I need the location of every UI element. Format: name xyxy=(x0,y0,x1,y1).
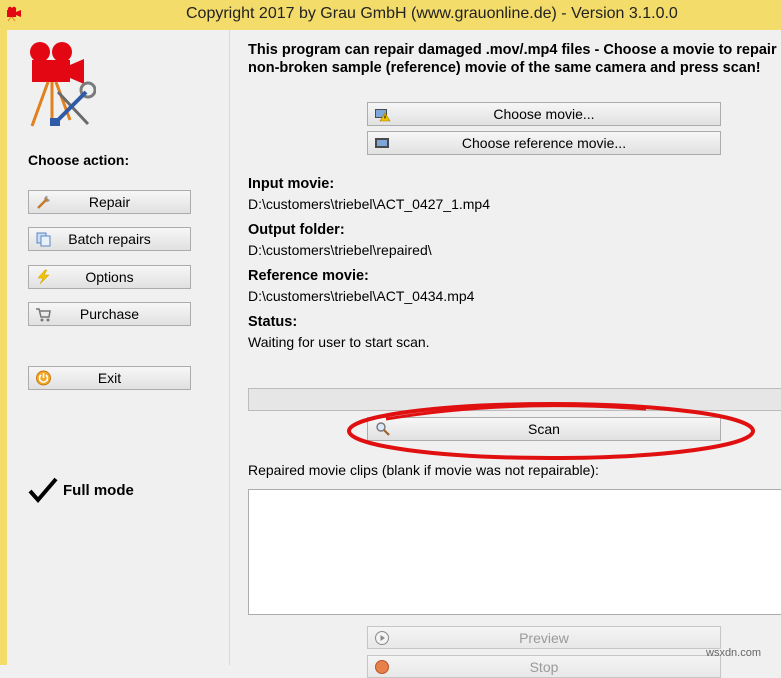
scan-button[interactable]: Scan xyxy=(367,417,721,441)
wrench-icon xyxy=(37,195,50,209)
input-movie-label: Input movie: xyxy=(248,176,335,192)
batch-repairs-button-label: Batch repairs xyxy=(68,231,151,247)
app-icon[interactable] xyxy=(6,6,22,22)
window-border-left xyxy=(0,30,7,665)
scan-button-label: Scan xyxy=(528,421,560,437)
output-folder-value: D:\customers\triebel\repaired\ xyxy=(248,242,432,258)
choose-movie-button[interactable]: Choose movie... xyxy=(367,102,721,126)
choose-movie-label: Choose movie... xyxy=(493,106,595,122)
preview-button-label: Preview xyxy=(519,629,569,646)
choose-action-heading: Choose action: xyxy=(28,152,130,168)
choose-reference-movie-button[interactable]: Choose reference movie... xyxy=(367,131,721,155)
full-mode-label: Full mode xyxy=(63,481,134,499)
camera-repair-logo-icon xyxy=(30,42,96,127)
batch-repairs-button[interactable]: Batch repairs xyxy=(28,227,191,251)
stop-button[interactable]: Stop xyxy=(367,655,721,678)
purchase-button-label: Purchase xyxy=(79,306,140,322)
window-title: Copyright 2017 by Grau GmbH (www.grauonl… xyxy=(186,5,678,22)
status-label: Status: xyxy=(248,314,298,330)
choose-reference-movie-label: Choose reference movie... xyxy=(461,135,627,151)
options-button[interactable]: Options xyxy=(28,265,191,289)
warning-film-icon xyxy=(375,109,391,122)
watermark-text: wsxdn.com xyxy=(706,647,762,659)
scan-progress-bar xyxy=(248,388,781,411)
input-movie-value: D:\customers\triebel\ACT_0427_1.mp4 xyxy=(248,196,490,212)
repair-button[interactable]: Repair xyxy=(28,190,191,214)
film-icon xyxy=(375,138,389,148)
full-mode-indicator: Full mode xyxy=(28,476,134,504)
exit-button[interactable]: Exit xyxy=(28,366,191,390)
copy-icon xyxy=(36,232,51,247)
instructions-text: This program can repair damaged .mov/.mp… xyxy=(248,42,781,76)
preview-button[interactable]: Preview xyxy=(367,626,721,649)
lightning-icon xyxy=(37,269,50,285)
title-bar: Copyright 2017 by Grau GmbH (www.grauonl… xyxy=(0,0,781,31)
reference-movie-label: Reference movie: xyxy=(248,268,369,284)
cart-icon xyxy=(36,308,51,322)
repaired-clips-label: Repaired movie clips (blank if movie was… xyxy=(248,462,599,478)
stop-button-label: Stop xyxy=(529,658,559,675)
play-icon xyxy=(375,631,389,645)
reference-movie-value: D:\customers\triebel\ACT_0434.mp4 xyxy=(248,288,475,304)
stop-icon xyxy=(375,660,389,674)
output-folder-label: Output folder: xyxy=(248,222,345,238)
power-icon xyxy=(36,370,51,386)
repair-button-label: Repair xyxy=(88,194,131,210)
exit-button-label: Exit xyxy=(97,370,122,386)
options-button-label: Options xyxy=(85,269,134,285)
status-value: Waiting for user to start scan. xyxy=(248,334,430,350)
panel-divider xyxy=(229,30,230,665)
purchase-button[interactable]: Purchase xyxy=(28,302,191,326)
magnifier-icon xyxy=(376,422,390,436)
checkmark-icon xyxy=(28,477,58,504)
repaired-clips-list[interactable] xyxy=(248,489,781,615)
